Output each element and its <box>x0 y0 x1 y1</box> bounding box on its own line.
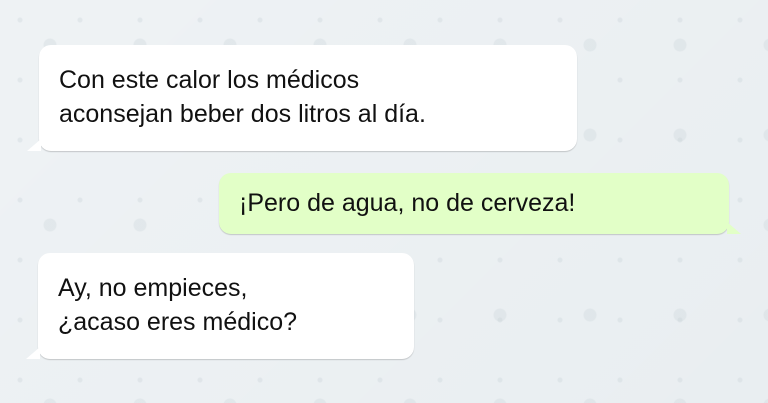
incoming-message-bubble[interactable]: Con este calor los médicos aconsejan beb… <box>27 45 577 151</box>
outgoing-message-bubble[interactable]: ¡Pero de agua, no de cerveza! <box>219 173 741 234</box>
incoming-message-bubble[interactable]: Ay, no empieces, ¿acaso eres médico? <box>26 253 414 359</box>
